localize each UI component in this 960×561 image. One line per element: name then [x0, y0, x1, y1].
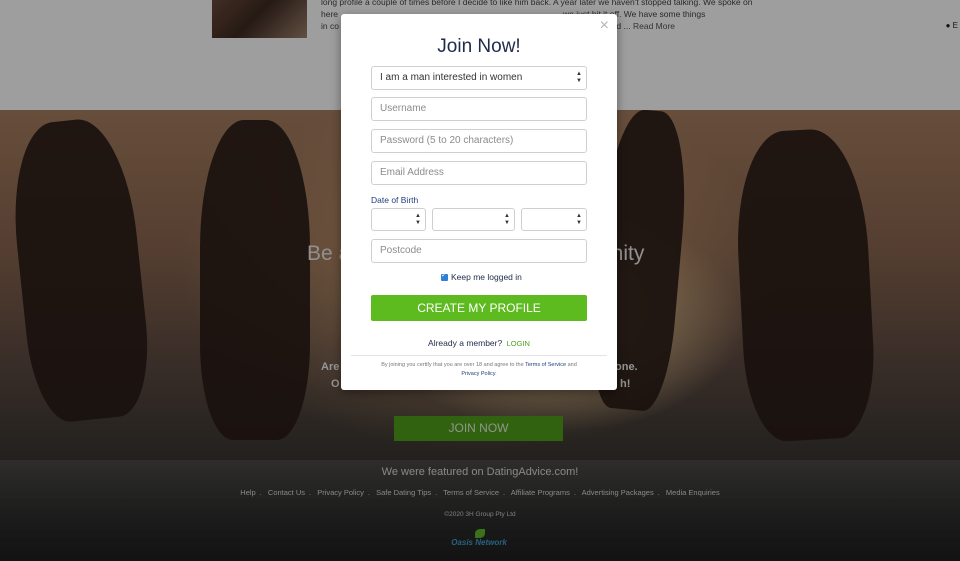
email-input[interactable]: Email Address [371, 161, 587, 185]
password-placeholder: Password (5 to 20 characters) [380, 135, 514, 146]
username-placeholder: Username [380, 103, 427, 114]
seeking-select-value: I am a man interested in women [380, 72, 523, 83]
postcode-input[interactable]: Postcode [371, 239, 587, 263]
select-arrows-icon: ▲ ▼ [576, 213, 582, 226]
dob-year-select[interactable]: ▲ ▼ [521, 208, 587, 231]
terms-of-service-link[interactable]: Terms of Service [525, 362, 566, 368]
select-arrows-icon: ▲ ▼ [576, 71, 582, 84]
keep-logged-in[interactable]: Keep me logged in [441, 271, 522, 282]
dob-label: Date of Birth [371, 195, 419, 205]
already-member: Already a member? LOGIN [341, 338, 617, 348]
postcode-placeholder: Postcode [380, 245, 422, 256]
privacy-policy-link[interactable]: Privacy Policy [461, 371, 495, 377]
email-placeholder: Email Address [380, 167, 444, 178]
terms-suffix: . [495, 371, 497, 377]
modal-divider [351, 355, 607, 356]
dob-day-select[interactable]: ▲ ▼ [371, 208, 426, 231]
close-icon[interactable]: × [600, 18, 609, 34]
create-profile-button[interactable]: CREATE MY PROFILE [371, 295, 587, 321]
password-input[interactable]: Password (5 to 20 characters) [371, 129, 587, 153]
join-modal: × Join Now! I am a man interested in wom… [341, 14, 617, 390]
terms-notice: By joining you certify that you are over… [361, 361, 597, 379]
select-arrows-icon: ▲ ▼ [415, 213, 421, 226]
username-input[interactable]: Username [371, 97, 587, 121]
login-link[interactable]: LOGIN [507, 339, 530, 348]
modal-title: Join Now! [437, 36, 521, 57]
keep-logged-in-checkbox[interactable] [441, 271, 448, 281]
keep-logged-in-label: Keep me logged in [451, 272, 522, 282]
dob-month-select[interactable]: ▲ ▼ [432, 208, 515, 231]
select-arrows-icon: ▲ ▼ [504, 213, 510, 226]
terms-and: and [567, 362, 577, 368]
seeking-select[interactable]: I am a man interested in women ▲ ▼ [371, 66, 587, 90]
already-member-text: Already a member? [428, 338, 503, 348]
terms-prefix: By joining you certify that you are over… [381, 362, 524, 368]
